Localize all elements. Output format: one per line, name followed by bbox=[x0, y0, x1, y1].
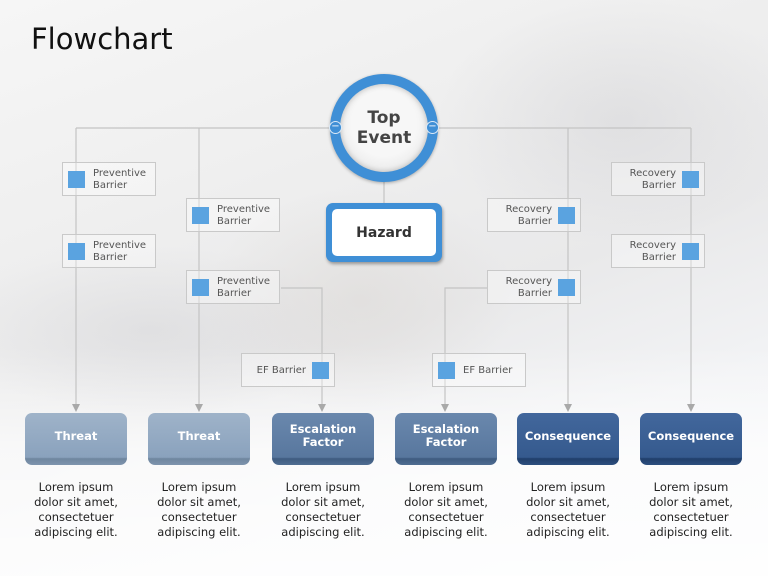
barrier-square-icon bbox=[558, 207, 575, 224]
barrier-label: Preventive Barrier bbox=[217, 204, 271, 227]
ef-barrier[interactable]: EF Barrier bbox=[241, 353, 335, 387]
threat-node[interactable]: Threat bbox=[148, 413, 250, 465]
node-label: Escalation Factor bbox=[289, 422, 357, 449]
consequence-node[interactable]: Consequence bbox=[640, 413, 742, 465]
node-description: Lorem ipsum dolor sit amet, consectetuer ad… bbox=[34, 480, 118, 539]
node-label: Escalation Factor bbox=[412, 422, 480, 449]
collapse-left-icon[interactable]: − bbox=[329, 121, 342, 134]
barrier-label: EF Barrier bbox=[256, 365, 306, 376]
barrier-square-icon bbox=[558, 279, 575, 296]
ef-barrier[interactable]: EF Barrier bbox=[432, 353, 526, 387]
barrier-label: Preventive Barrier bbox=[217, 276, 271, 299]
consequence-node[interactable]: Consequence bbox=[517, 413, 619, 465]
hazard-node[interactable]: Hazard bbox=[326, 203, 442, 262]
node-description: Lorem ipsum dolor sit amet, consectetuer ad… bbox=[157, 480, 241, 539]
barrier-label: Recovery Barrier bbox=[505, 276, 552, 299]
top-event-label: Top Event bbox=[340, 84, 428, 172]
barrier-square-icon bbox=[438, 362, 455, 379]
escalation-factor-node[interactable]: Escalation Factor bbox=[395, 413, 497, 465]
preventive-barrier[interactable]: Preventive Barrier bbox=[62, 234, 156, 268]
connector-escalation-2 bbox=[441, 287, 487, 412]
barrier-label: Recovery Barrier bbox=[629, 168, 676, 191]
barrier-label: Preventive Barrier bbox=[93, 240, 147, 263]
node-description: Lorem ipsum dolor sit amet, consectetuer ad… bbox=[404, 480, 488, 539]
node-label: Consequence bbox=[647, 428, 735, 443]
barrier-label: Preventive Barrier bbox=[93, 168, 147, 191]
barrier-label: Recovery Barrier bbox=[629, 240, 676, 263]
barrier-label: EF Barrier bbox=[463, 365, 513, 376]
barrier-square-icon bbox=[192, 207, 209, 224]
recovery-barrier[interactable]: Recovery Barrier bbox=[611, 162, 705, 196]
node-description: Lorem ipsum dolor sit amet, consectetuer ad… bbox=[526, 480, 610, 539]
hazard-label: Hazard bbox=[332, 209, 436, 256]
node-label: Threat bbox=[54, 428, 98, 443]
recovery-barrier[interactable]: Recovery Barrier bbox=[487, 198, 581, 232]
node-description: Lorem ipsum dolor sit amet, consectetuer ad… bbox=[281, 480, 365, 539]
barrier-square-icon bbox=[312, 362, 329, 379]
node-label: Consequence bbox=[524, 428, 612, 443]
preventive-barrier[interactable]: Preventive Barrier bbox=[62, 162, 156, 196]
barrier-square-icon bbox=[192, 279, 209, 296]
connector-escalation-1 bbox=[281, 287, 326, 412]
node-description: Lorem ipsum dolor sit amet, consectetuer ad… bbox=[649, 480, 733, 539]
recovery-barrier[interactable]: Recovery Barrier bbox=[611, 234, 705, 268]
barrier-label: Recovery Barrier bbox=[505, 204, 552, 227]
barrier-square-icon bbox=[68, 171, 85, 188]
top-event-node[interactable]: Top Event − − bbox=[329, 74, 439, 182]
barrier-square-icon bbox=[682, 171, 699, 188]
threat-node[interactable]: Threat bbox=[25, 413, 127, 465]
preventive-barrier[interactable]: Preventive Barrier bbox=[186, 270, 280, 304]
node-label: Threat bbox=[177, 428, 221, 443]
barrier-square-icon bbox=[68, 243, 85, 260]
preventive-barrier[interactable]: Preventive Barrier bbox=[186, 198, 280, 232]
recovery-barrier[interactable]: Recovery Barrier bbox=[487, 270, 581, 304]
escalation-factor-node[interactable]: Escalation Factor bbox=[272, 413, 374, 465]
collapse-right-icon[interactable]: − bbox=[426, 121, 439, 134]
barrier-square-icon bbox=[682, 243, 699, 260]
